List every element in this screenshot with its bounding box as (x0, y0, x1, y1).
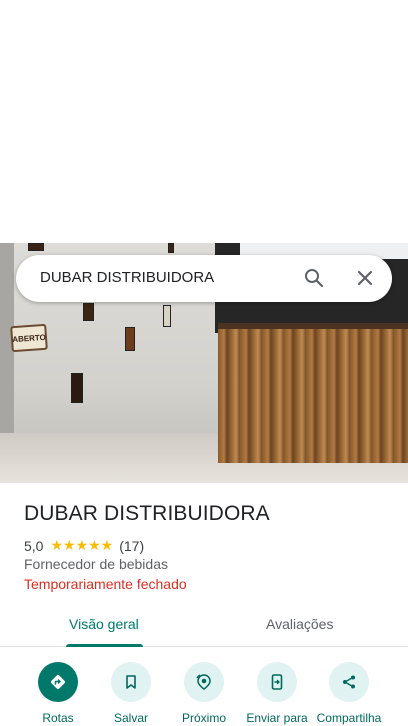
send-to-phone-icon (257, 662, 297, 702)
photo-wooden-counter (218, 323, 408, 463)
photo-aberto-sign: ABERTO (10, 323, 48, 353)
tab-reviews[interactable]: Avaliações (266, 616, 333, 632)
save-label: Salvar (113, 711, 148, 725)
tab-bar: Visão geral Avaliações (0, 605, 408, 647)
tab-overview[interactable]: Visão geral (69, 616, 139, 632)
photo-wall-sign (163, 305, 171, 327)
search-query[interactable]: DUBAR DISTRIBUIDORA (40, 269, 214, 286)
save-button[interactable]: Salvar (93, 662, 169, 725)
place-category[interactable]: Fornecedor de bebidas (24, 556, 168, 572)
close-icon[interactable] (353, 266, 377, 290)
map-area (0, 0, 408, 243)
share-label: Compartilha (316, 711, 382, 725)
send-to-phone-button[interactable]: Enviar para (239, 662, 315, 725)
nearby-label: Próximo (181, 711, 226, 725)
directions-button[interactable]: Rotas (20, 662, 96, 725)
photo-wall-sign (83, 303, 94, 321)
bookmark-icon (111, 662, 151, 702)
action-bar: Rotas Salvar Próximo Enviar para Compart… (0, 648, 408, 726)
photo-wall-sign (125, 327, 135, 351)
tab-active-indicator (66, 644, 143, 647)
reviews-count[interactable]: (17) (119, 538, 144, 554)
share-button[interactable]: Compartilha (311, 662, 387, 725)
status-badge: Temporariamente fechado (24, 576, 187, 592)
nearby-icon (184, 662, 224, 702)
photo-wall-sign (28, 243, 44, 251)
star-rating-icon: ★★★★★ (50, 537, 114, 553)
directions-icon (38, 662, 78, 702)
share-icon (329, 662, 369, 702)
search-icon[interactable] (302, 266, 326, 290)
search-bar[interactable]: DUBAR DISTRIBUIDORA (16, 255, 392, 302)
directions-label: Rotas (42, 711, 74, 725)
send-to-phone-label: Enviar para (246, 711, 308, 725)
photo-wall-sign (71, 373, 83, 403)
rating-row[interactable]: 5,0 ★★★★★ (17) (24, 537, 144, 554)
place-title: DUBAR DISTRIBUIDORA (24, 502, 270, 525)
rating-value: 5,0 (24, 537, 44, 554)
nearby-button[interactable]: Próximo (166, 662, 242, 725)
photo-wall-sign (168, 243, 174, 253)
